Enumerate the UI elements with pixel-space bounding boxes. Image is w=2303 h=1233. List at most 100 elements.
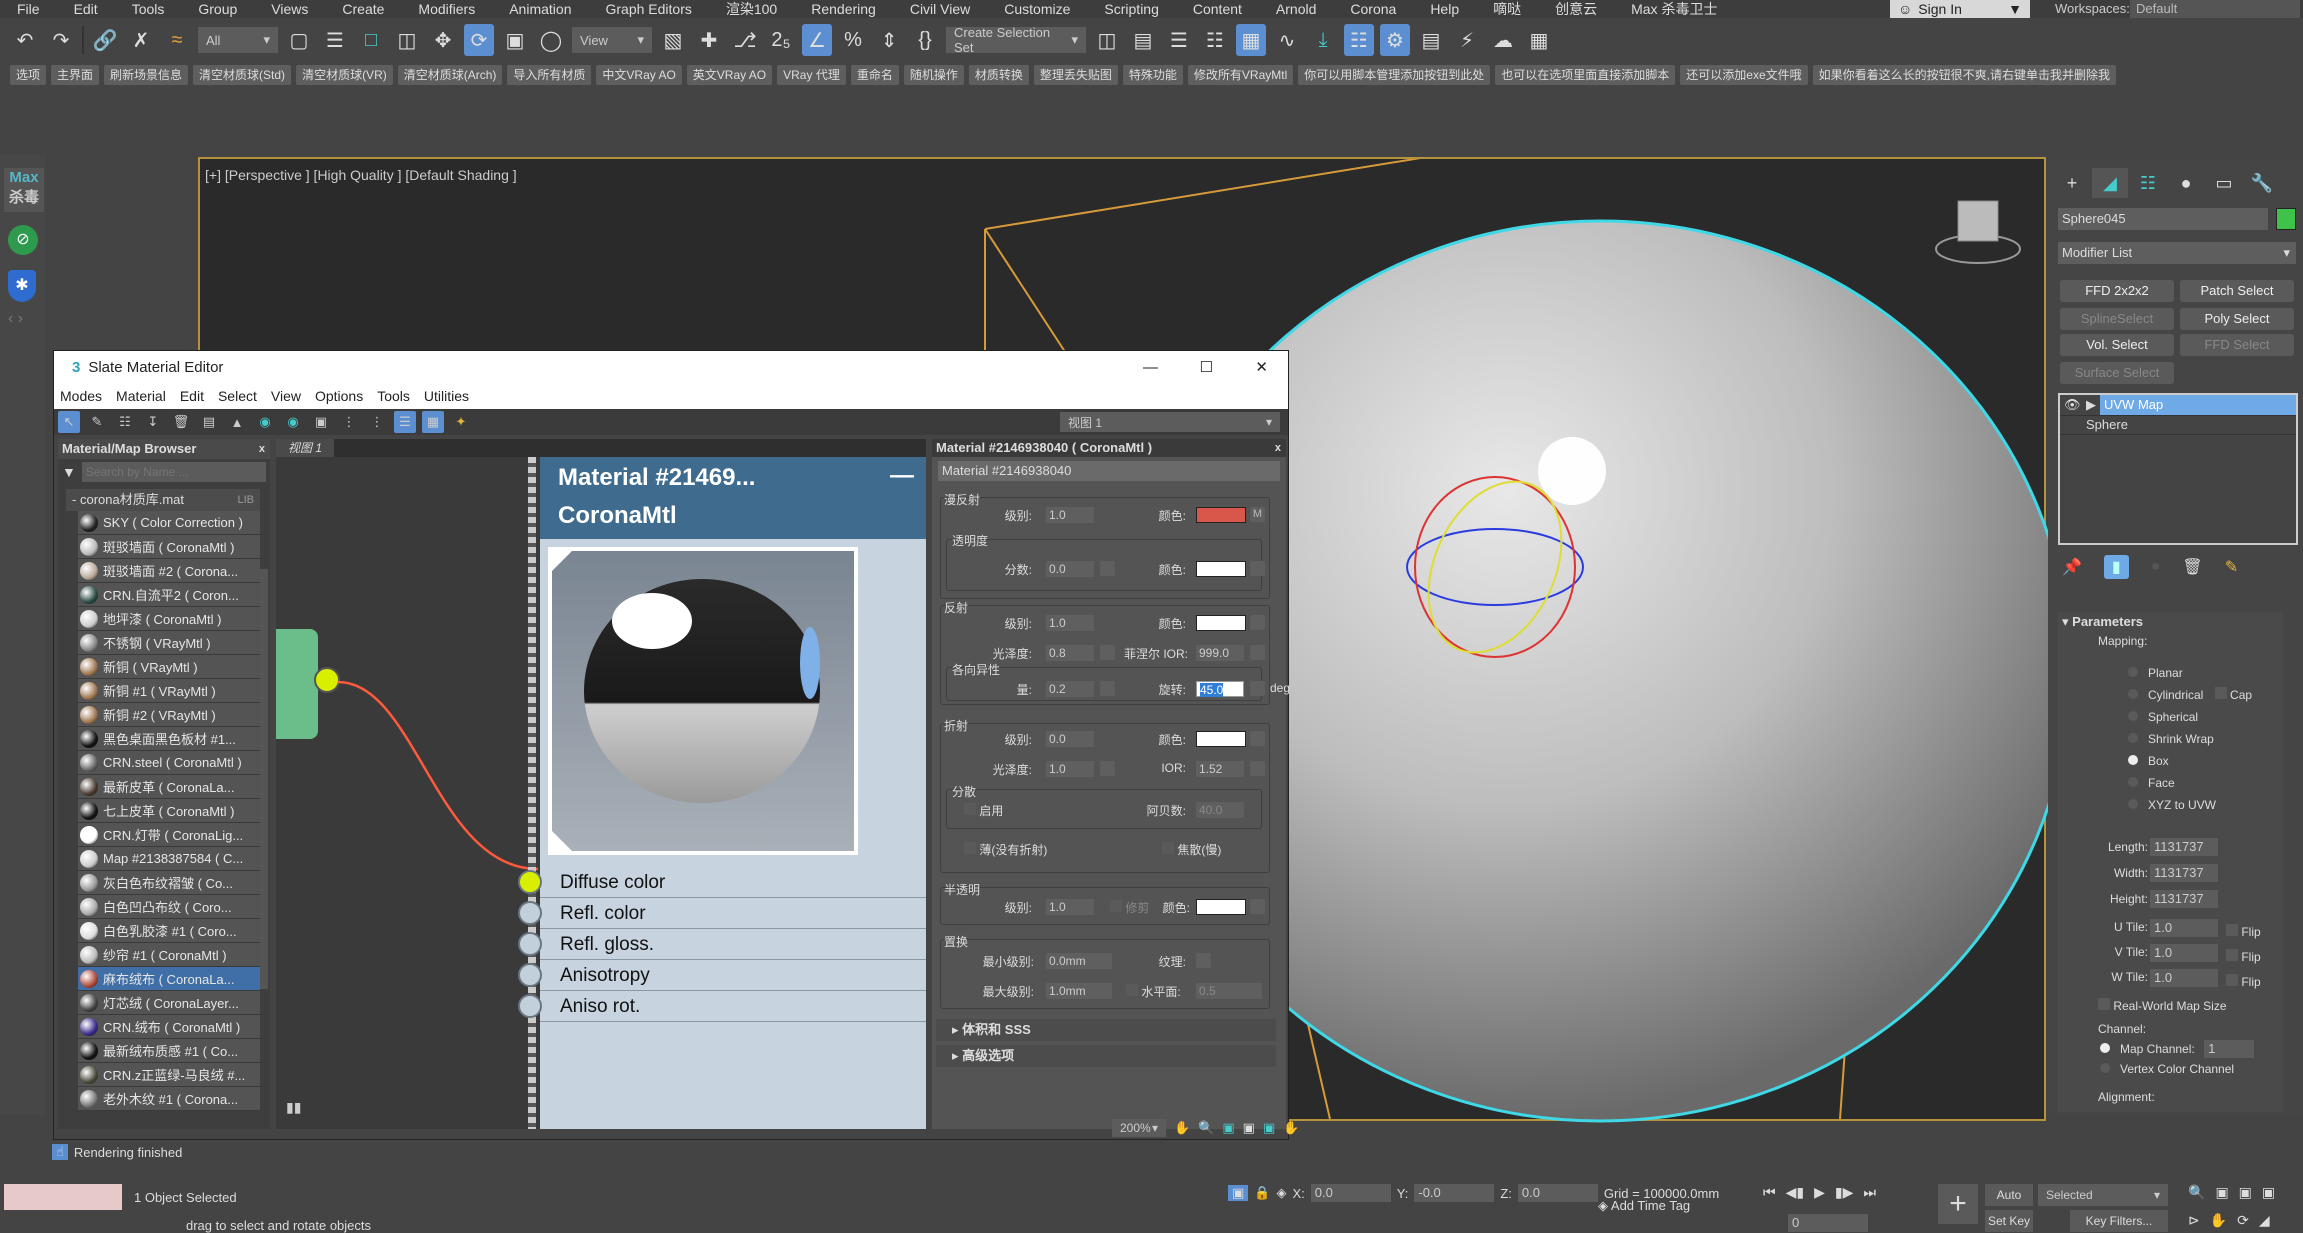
dispersion-enable-checkbox[interactable]: 启用 <box>964 802 1003 819</box>
viewport-label[interactable]: [+] [Perspective ] [High Quality ] [Defa… <box>205 167 517 183</box>
show-end-result-icon[interactable]: ▣ <box>310 411 332 433</box>
menu-views[interactable]: Views <box>254 0 325 18</box>
render-production-icon[interactable]: ⚡ <box>1452 24 1482 56</box>
v-tile-spinner[interactable]: 1.0 <box>2150 944 2218 962</box>
viewcube-icon[interactable] <box>1935 200 2021 264</box>
sme-menu-modes[interactable]: Modes <box>60 388 102 404</box>
opacity-color-map-button[interactable] <box>1250 561 1265 576</box>
material-name-field[interactable]: Material #2146938040 <box>938 461 1280 481</box>
make-unique-icon[interactable]: ● <box>2151 558 2161 576</box>
translucency-level-spinner[interactable]: 1.0 <box>1046 899 1094 915</box>
workspace-select[interactable]: Default <box>2130 0 2300 18</box>
select-object-icon[interactable]: ▢ <box>284 24 314 56</box>
modifier-list-dropdown[interactable]: Modifier List ▾ <box>2058 242 2296 264</box>
max-antivirus-logo[interactable]: Max 杀毒 <box>4 168 44 212</box>
view-select[interactable]: 视图 1 ▾ <box>1060 412 1280 432</box>
link-icon[interactable]: 🔗 <box>90 24 120 56</box>
remove-modifier-icon[interactable]: 🗑 <box>2182 557 2202 577</box>
menu-max-antivirus[interactable]: Max 杀毒卫士 <box>1614 0 1734 18</box>
hide-unused-icon[interactable]: ▲ <box>226 411 248 433</box>
redo-icon[interactable]: ↷ <box>46 24 76 56</box>
eyedropper-icon[interactable]: ✎ <box>86 411 108 433</box>
node-view[interactable]: 视图 1 Material #21469... CoronaMtl — Diff… <box>276 439 926 1129</box>
y-field[interactable]: -0.0 <box>1414 1184 1495 1202</box>
menu-graph-editors[interactable]: Graph Editors <box>588 0 708 18</box>
refract-ior-spinner[interactable]: 1.52 <box>1196 761 1244 777</box>
w-flip-checkbox[interactable]: Flip <box>2226 970 2261 995</box>
dope-sheet-icon[interactable]: ⤓ <box>1308 24 1338 56</box>
set-key-button[interactable]: Set Key <box>1985 1210 2033 1232</box>
material-list-item[interactable]: 白色凹凸布纹 ( Coro... <box>78 895 260 919</box>
spinner-snap-icon[interactable]: ⇕ <box>874 24 904 56</box>
menu-content[interactable]: Content <box>1176 0 1259 18</box>
script-button[interactable]: 随机操作 <box>903 65 964 85</box>
library-group-header[interactable]: - corona材质库.mat LIB <box>66 489 260 511</box>
script-button[interactable]: 中文VRay AO <box>596 65 682 85</box>
absolute-mode-icon[interactable]: ◈ <box>1276 1185 1286 1201</box>
refract-gloss-spinner[interactable]: 1.0 <box>1046 761 1094 777</box>
browser-scrollbar[interactable] <box>260 569 268 989</box>
script-button[interactable]: 清空材质球(VR) <box>296 65 393 85</box>
add-time-tag[interactable]: ◈ Add Time Tag <box>1598 1198 1690 1214</box>
material-list-item[interactable]: 纱帘 #1 ( CoronaMtl ) <box>78 943 260 967</box>
rotate-icon[interactable]: ⟳ <box>464 24 494 56</box>
select-by-name-icon[interactable]: ☰ <box>320 24 350 56</box>
menu-arnold[interactable]: Arnold <box>1259 0 1333 18</box>
refract-gloss-map-button[interactable] <box>1100 761 1115 776</box>
keyboard-shortcut-icon[interactable]: ⎇ <box>730 24 760 56</box>
show-end-result-icon[interactable]: ▮ <box>2103 555 2129 579</box>
diffuse-color-swatch[interactable] <box>1196 507 1246 523</box>
slot-input-socket[interactable] <box>518 932 542 956</box>
navigator-icon[interactable]: ▮▮ <box>286 1099 301 1116</box>
u-tile-spinner[interactable]: 1.0 <box>2150 919 2218 937</box>
object-color-swatch[interactable] <box>2276 208 2296 230</box>
node-slot[interactable]: Anisotropy <box>518 960 926 991</box>
window-crossing-icon[interactable]: ◫ <box>392 24 422 56</box>
mapping-option-face[interactable]: Face <box>2128 772 2252 794</box>
material-list-item[interactable]: CRN.灯带 ( CoronaLig... <box>78 823 260 847</box>
close-icon[interactable]: ✕ <box>1255 358 1268 376</box>
stack-item-uvw-map[interactable]: 👁 ▶ UVW Map <box>2060 395 2296 415</box>
material-list-item[interactable]: 老外木纹 #1 ( Corona... <box>78 1087 260 1111</box>
render-setup-icon[interactable]: ⚙ <box>1380 24 1410 56</box>
fresnel-ior-spinner[interactable]: 999.0 <box>1196 645 1244 661</box>
material-list-item[interactable]: 麻布绒布 ( CoronaLa... <box>78 967 260 991</box>
selection-set-select[interactable]: Create Selection Set ▾ <box>946 25 1086 55</box>
reflect-gloss-spinner[interactable]: 0.8 <box>1046 645 1094 661</box>
x-field[interactable]: 0.0 <box>1310 1184 1391 1202</box>
material-list-item[interactable]: 斑驳墙面 ( CoronaMtl ) <box>78 535 260 559</box>
material-list-item[interactable]: 新铜 ( VRayMtl ) <box>78 655 260 679</box>
map-channel-radio[interactable]: Map Channel: 1 <box>2100 1040 2255 1058</box>
mapping-option-cylindrical[interactable]: Cylindrical Cap <box>2128 684 2252 706</box>
lock-icon[interactable]: 🔒 <box>1254 1185 1270 1201</box>
key-filters-button[interactable]: Key Filters... <box>2070 1210 2168 1232</box>
diffuse-level-spinner[interactable]: 1.0 <box>1046 507 1094 523</box>
curve-editor-icon[interactable]: ∿ <box>1272 24 1302 56</box>
collapse-icon[interactable]: — <box>890 457 914 495</box>
mapping-option-xyz-to-uvw[interactable]: XYZ to UVW <box>2128 794 2252 816</box>
menu-file[interactable]: File <box>0 0 57 18</box>
play-icon[interactable]: ▶ <box>1814 1184 1825 1201</box>
selection-filter-select[interactable]: All ▾ <box>198 27 278 53</box>
poly-select-button[interactable]: Poly Select <box>2180 308 2294 330</box>
object-name-field[interactable]: Sphere045 <box>2058 208 2268 230</box>
assign-to-selection-icon[interactable]: ↧ <box>142 411 164 433</box>
script-button[interactable]: 清空材质球(Std) <box>193 65 292 85</box>
modify-tab-icon[interactable]: ◢ <box>2092 168 2128 198</box>
slot-input-socket[interactable] <box>518 963 542 987</box>
script-button[interactable]: VRay 代理 <box>777 65 846 85</box>
water-level-checkbox[interactable]: 水平面: <box>1126 983 1181 1000</box>
script-button[interactable]: 英文VRay AO <box>686 65 773 85</box>
zoom-extents-selected-icon[interactable]: ▣ <box>1263 1120 1275 1136</box>
reflect-color-map-button[interactable] <box>1250 615 1265 630</box>
menu-civil-view[interactable]: Civil View <box>893 0 987 18</box>
zoom-icon[interactable]: 🔍 <box>2188 1184 2205 1201</box>
displace-max-spinner[interactable]: 1.0mm <box>1046 983 1112 999</box>
length-spinner[interactable]: 1131737 <box>2150 838 2218 856</box>
utilities-tab-icon[interactable]: 🔧 <box>2244 168 2280 198</box>
menu-modifiers[interactable]: Modifiers <box>401 0 492 18</box>
close-icon[interactable]: x <box>1275 439 1281 457</box>
material-list-item[interactable]: 灯芯绒 ( CoronaLayer... <box>78 991 260 1015</box>
layout-all-icon[interactable]: ⋮ <box>338 411 360 433</box>
aniso-amount-map-button[interactable] <box>1100 681 1115 696</box>
